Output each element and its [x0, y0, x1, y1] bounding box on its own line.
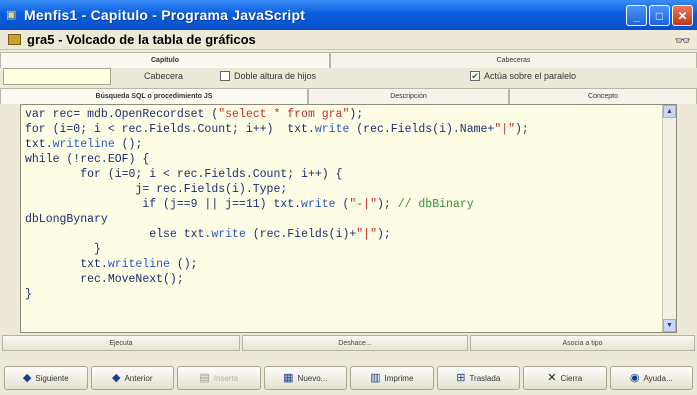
- cabecera-label: Cabecera: [144, 71, 184, 81]
- form-header: gra5 - Volcado de la tabla de gráficos 👓: [0, 30, 697, 50]
- move-label: Traslada: [469, 373, 501, 383]
- close-window-button[interactable]: ✕: [672, 5, 693, 26]
- execute-button[interactable]: Ejecuta: [2, 335, 240, 351]
- move-button[interactable]: ⊞ Traslada: [436, 366, 520, 390]
- tab-descripcion[interactable]: Descripción: [308, 88, 509, 104]
- move-icon: ⊞: [456, 371, 466, 384]
- code-actions: Ejecuta Deshace... Asocia a tipo: [2, 335, 695, 351]
- vertical-scrollbar[interactable]: ▲ ▼: [662, 105, 676, 332]
- parallel-label: Actúa sobre el paralelo: [484, 71, 577, 81]
- options-row: Cabecera Doble altura de hijos ✔ Actúa s…: [0, 68, 697, 86]
- double-height-label: Doble altura de hijos: [234, 71, 317, 81]
- scroll-down-icon[interactable]: ▼: [663, 319, 676, 332]
- left-arrow-icon: ◆: [112, 371, 121, 384]
- code-text[interactable]: var rec= mdb.OpenRecordset ("select * fr…: [21, 105, 662, 332]
- window-controls: _ □ ✕: [626, 5, 693, 26]
- scroll-up-icon[interactable]: ▲: [663, 105, 676, 118]
- previous-label: Anterior: [124, 373, 153, 383]
- parallel-checkbox[interactable]: ✔: [470, 71, 480, 81]
- close-button[interactable]: ✕ Cierra: [523, 366, 607, 390]
- tab-concepto[interactable]: Concepto: [509, 88, 697, 104]
- previous-button[interactable]: ◆ Anterior: [90, 366, 174, 390]
- new-label: Nuevo...: [297, 373, 328, 383]
- app-icon: ▣: [6, 9, 17, 21]
- new-icon: ▦: [283, 371, 294, 384]
- parallel-option[interactable]: ✔ Actúa sobre el paralelo: [470, 71, 576, 81]
- close-icon: ✕: [547, 371, 557, 384]
- help-icon: ◉: [629, 371, 640, 384]
- next-label: Siguiente: [35, 373, 69, 383]
- help-label: Ayuda...: [643, 373, 673, 383]
- tab-capitulo[interactable]: Capítulo: [0, 52, 330, 68]
- main-tabs: Búsqueda SQL o procedimiento JS Descripc…: [0, 88, 697, 105]
- insert-icon: ▤: [199, 371, 210, 384]
- new-button[interactable]: ▦ Nuevo...: [263, 366, 347, 390]
- double-height-option[interactable]: Doble altura de hijos: [220, 71, 316, 81]
- insert-label: Inserta: [213, 373, 239, 383]
- right-arrow-icon: ◆: [22, 371, 32, 384]
- undo-button[interactable]: Deshace...: [242, 335, 468, 351]
- form-heading: gra5 - Volcado de la tabla de gráficos: [27, 32, 256, 47]
- print-button[interactable]: ▥ Imprime: [350, 366, 434, 390]
- code-editor[interactable]: var rec= mdb.OpenRecordset ("select * fr…: [20, 104, 677, 333]
- associate-type-button[interactable]: Asocia a tipo: [470, 335, 695, 351]
- top-tabs: Capítulo Cabeceras: [0, 52, 697, 68]
- printer-icon: ▥: [370, 371, 381, 384]
- binoculars-icon[interactable]: 👓: [675, 33, 691, 49]
- title-field[interactable]: [3, 68, 111, 85]
- tab-cabeceras[interactable]: Cabeceras: [330, 52, 697, 68]
- minimize-button[interactable]: _: [626, 5, 647, 26]
- window-title: Menfis1 - Capitulo - Programa JavaScript: [24, 7, 306, 23]
- next-button[interactable]: ◆ Siguiente: [4, 366, 88, 390]
- table-icon: [8, 34, 21, 45]
- maximize-button[interactable]: □: [649, 5, 670, 26]
- title-bar[interactable]: ▣ Menfis1 - Capitulo - Programa JavaScri…: [0, 0, 697, 30]
- print-label: Imprime: [384, 373, 414, 383]
- help-button[interactable]: ◉ Ayuda...: [609, 366, 693, 390]
- tab-sql-search[interactable]: Búsqueda SQL o procedimiento JS: [0, 88, 308, 104]
- double-height-checkbox[interactable]: [220, 71, 230, 81]
- insert-button[interactable]: ▤ Inserta: [177, 366, 261, 390]
- bottom-toolbar: ◆ Siguiente ◆ Anterior ▤ Inserta ▦ Nuevo…: [0, 358, 697, 395]
- close-label: Cierra: [560, 373, 583, 383]
